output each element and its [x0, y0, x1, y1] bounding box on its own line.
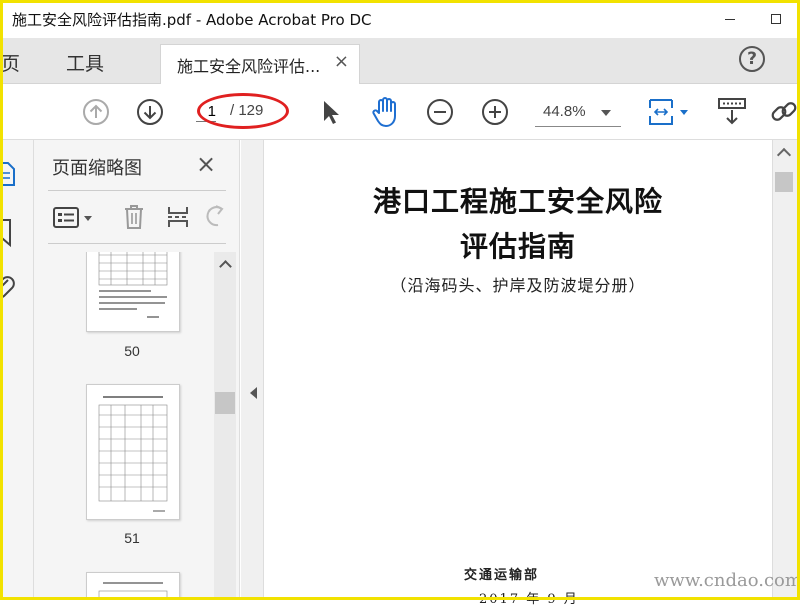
document-scrollbar[interactable] — [772, 140, 797, 600]
select-arrow-icon[interactable] — [320, 99, 342, 129]
scrollbar-thumb[interactable] — [775, 172, 793, 192]
title-bar: 施工安全风险评估指南.pdf - Adobe Acrobat Pro DC — [0, 0, 800, 38]
attachment-icon[interactable] — [0, 274, 16, 308]
insert-page-icon[interactable] — [166, 203, 192, 235]
link-icon[interactable] — [768, 96, 800, 132]
tab-home[interactable]: 主页 — [0, 49, 20, 76]
thumbnail-page-number: 50 — [124, 343, 140, 359]
zoom-in-icon[interactable] — [481, 98, 509, 130]
highlight-ellipse — [197, 93, 289, 129]
document-date: 2017 年 9 月 — [479, 592, 579, 607]
panel-title: 页面缩略图 — [52, 158, 142, 179]
page-thumbnails-icon[interactable] — [0, 160, 18, 192]
maximize-button[interactable] — [754, 0, 800, 38]
chevron-left-icon — [250, 387, 257, 399]
page-thumbnail[interactable] — [86, 384, 180, 520]
tab-bar: 主页 工具 施工安全风险评估... × ? — [0, 38, 800, 84]
scrollbar-thumb[interactable] — [215, 392, 235, 414]
window-title: 施工安全风险评估指南.pdf - Adobe Acrobat Pro DC — [12, 11, 372, 29]
document-subtitle: （沿海码头、护岸及防波堤分册） — [390, 276, 646, 295]
zoom-out-icon[interactable] — [426, 98, 454, 130]
toolbar: / 129 44.8% — [0, 84, 800, 140]
rotate-page-icon[interactable] — [204, 203, 226, 235]
page-thumbnail[interactable] — [86, 572, 180, 600]
minimize-button[interactable] — [708, 0, 754, 38]
page-thumbnail[interactable] — [86, 252, 180, 332]
page-up-icon[interactable] — [82, 98, 110, 130]
thumbnail-page-number: 51 — [124, 530, 140, 546]
close-tab-icon[interactable]: × — [334, 51, 349, 72]
thumbnails-panel: 页面缩略图 × 50 51 — [34, 140, 240, 600]
window-controls — [708, 0, 800, 38]
document-page: 港口工程施工安全风险 评估指南 （沿海码头、护岸及防波堤分册） 交通运输部 20… — [264, 140, 772, 607]
panel-toolbar — [48, 190, 226, 244]
document-tab-label: 施工安全风险评估... — [177, 57, 321, 76]
document-title-line2: 评估指南 — [459, 230, 576, 263]
close-panel-icon[interactable]: × — [196, 150, 216, 178]
tab-document[interactable]: 施工安全风险评估... × — [160, 44, 360, 84]
hand-tool-icon[interactable] — [371, 96, 401, 132]
delete-page-icon[interactable] — [122, 203, 146, 235]
zoom-level-value: 44.8% — [543, 103, 586, 120]
scroll-mode-icon[interactable] — [716, 96, 748, 132]
chevron-down-icon — [601, 110, 611, 116]
document-title-line1: 港口工程施工安全风险 — [372, 185, 663, 218]
zoom-level-select[interactable]: 44.8% — [535, 98, 621, 127]
thumbnail-scrollbar[interactable] — [214, 252, 236, 600]
collapse-panel-handle[interactable] — [241, 140, 264, 600]
thumbnail-list: 50 51 — [34, 252, 214, 600]
page-down-icon[interactable] — [136, 98, 164, 130]
help-icon[interactable]: ? — [739, 46, 765, 72]
tab-tools[interactable]: 工具 — [66, 49, 104, 76]
scroll-up-icon[interactable] — [776, 147, 792, 163]
document-organization: 交通运输部 — [464, 568, 540, 583]
watermark-text: www.cndao.com — [654, 570, 800, 591]
fit-page-icon[interactable] — [647, 96, 691, 132]
thumbnail-options-icon[interactable] — [52, 205, 98, 235]
bookmark-icon[interactable] — [0, 218, 14, 252]
scroll-up-icon[interactable] — [219, 260, 232, 273]
left-icon-rail — [0, 140, 34, 600]
